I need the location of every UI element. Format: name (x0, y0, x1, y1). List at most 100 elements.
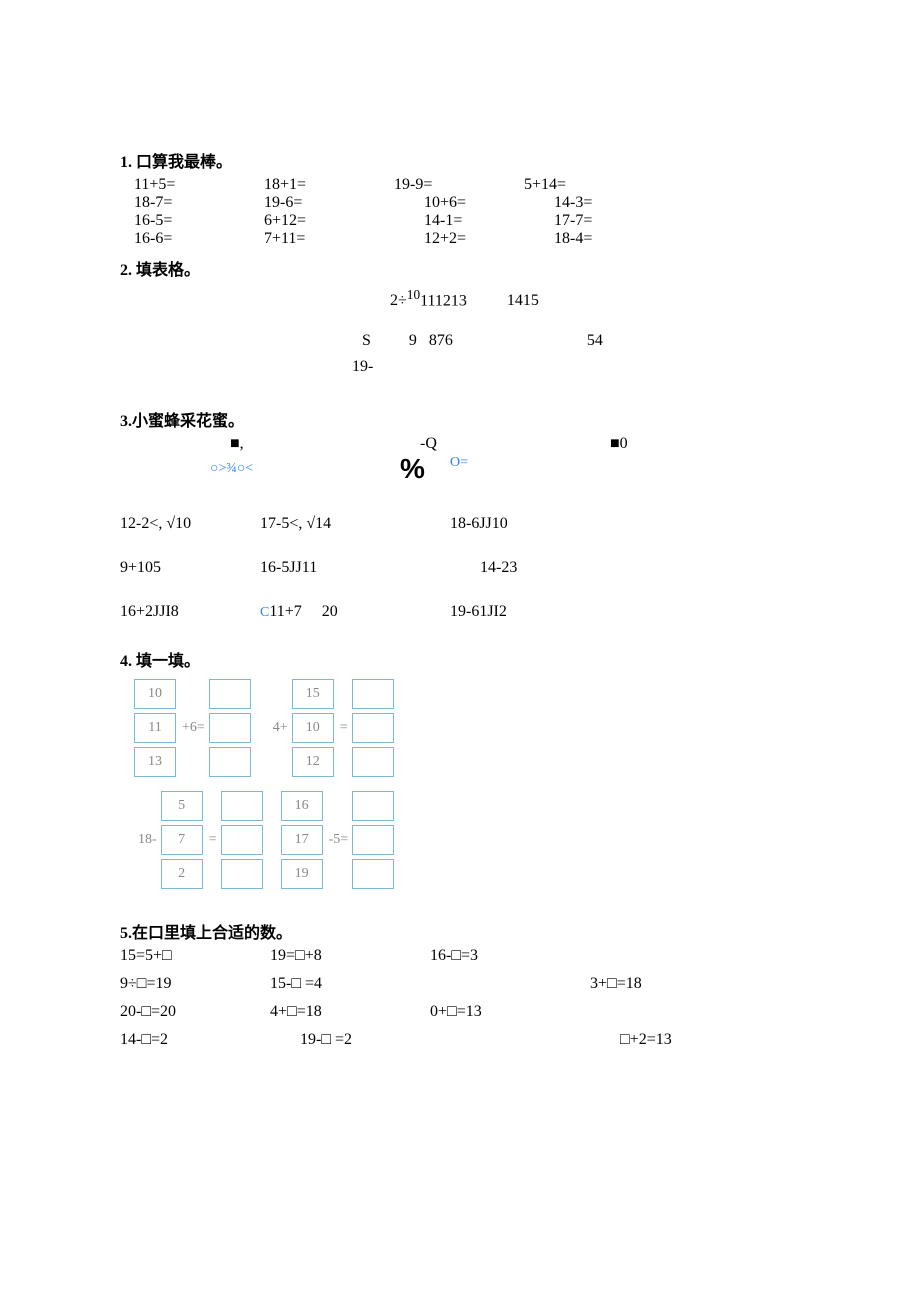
q3-cell: 14-23 (480, 559, 640, 577)
q4-box: 7 (161, 825, 203, 855)
q3-bee-row: ■, -Q ■0 (230, 435, 800, 453)
q1-cell: 14-1= (394, 212, 554, 230)
q3-sym: O= (450, 455, 468, 471)
q4-box: 13 (134, 747, 176, 777)
q5-cell: □+2=13 (620, 1031, 672, 1049)
q1-row: 11+5= 18+1= 19-9= 5+14= (134, 176, 800, 194)
q2-line: S 9 876 54 (340, 328, 800, 354)
q1-cell: 17-7= (554, 212, 684, 230)
q3-cell: C11+7 20 (260, 603, 450, 621)
q1-cell: 11+5= (134, 176, 264, 194)
q3-bee: -Q (420, 435, 610, 453)
q5-cell: 19-□ =2 (270, 1031, 460, 1049)
q4-box (221, 825, 263, 855)
q3-sym-row: ○>¾○< % O= (210, 453, 800, 485)
q4-box (221, 859, 263, 889)
q5-cell: 15-□ =4 (270, 975, 430, 993)
q3-cell: 9+105 (120, 559, 260, 577)
q1-row: 16-5= 6+12= 14-1= 17-7= (134, 212, 800, 230)
q4-op: = (336, 720, 352, 736)
q5-cell: 16-□=3 (430, 947, 590, 965)
q2-sup: 10 (407, 287, 420, 302)
q3-sym: % (400, 453, 600, 485)
q3-cell: 19-61JI2 (450, 603, 610, 621)
q4-block: 18- 5 = 18- 7 = 18- 2 = (134, 789, 265, 891)
q5-cell: 19=□+8 (270, 947, 430, 965)
q3-heading: 3.小蜜蜂采花蜜。 (120, 407, 800, 431)
q5-body: 15=5+□ 19=□+8 16-□=3 9÷□=19 15-□ =4 3+□=… (120, 947, 800, 1049)
q4-op: 18- (134, 832, 161, 848)
q1-cell: 16-6= (134, 230, 264, 248)
q3-cell: 12-2<, √10 (120, 515, 260, 533)
q5-row: 14-□=2 19-□ =2 □+2=13 (120, 1031, 800, 1049)
q3-cell: 18-6JJ10 (450, 515, 610, 533)
q2-body: 2÷10111213 1415 S 9 876 54 19- (340, 284, 800, 379)
q4-block: 10 +6= 11 +6= 13 +6= (134, 677, 253, 779)
q1-cell: 19-6= (264, 194, 394, 212)
q2-line: 2÷10111213 1415 (340, 284, 800, 314)
q1-cell: 18-7= (134, 194, 264, 212)
q4-box (352, 825, 394, 855)
q2-text: 54 (587, 332, 603, 349)
q2-text: 9 876 (409, 332, 453, 349)
q4-op: 4+ (269, 720, 292, 736)
q1-cell: 7+11= (264, 230, 394, 248)
q4-box (352, 713, 394, 743)
q4-heading: 4. 填一填。 (120, 647, 800, 671)
q3-cell-text: 11+7 20 (269, 603, 337, 620)
q5-cell: 4+□=18 (270, 1003, 430, 1021)
q5-cell: 20-□=20 (120, 1003, 270, 1021)
q4-box (352, 791, 394, 821)
q4-op: -5= (325, 832, 353, 848)
q1-body: 11+5= 18+1= 19-9= 5+14= 18-7= 19-6= 10+6… (120, 176, 800, 248)
q4-box (209, 679, 251, 709)
q4-box: 5 (161, 791, 203, 821)
q5-row: 20-□=20 4+□=18 0+□=13 (120, 1003, 800, 1021)
q2-text: 1415 (507, 292, 539, 309)
q5-cell: 0+□=13 (430, 1003, 590, 1021)
q4-box: 11 (134, 713, 176, 743)
q3-cell: 17-5<, √14 (260, 515, 450, 533)
q2-text: 111213 (420, 292, 467, 309)
q4-box: 19 (281, 859, 323, 889)
q4-box (352, 747, 394, 777)
q4-block: 16 -5= 17 -5= 19 -5= (281, 789, 397, 891)
q1-row: 18-7= 19-6= 10+6= 14-3= (134, 194, 800, 212)
q3-row: 12-2<, √10 17-5<, √14 18-6JJ10 (120, 515, 800, 533)
q5-row: 9÷□=19 15-□ =4 3+□=18 (120, 975, 800, 993)
q1-cell: 6+12= (264, 212, 394, 230)
q4-op: +6= (178, 720, 209, 736)
q5-cell: 14-□=2 (120, 1031, 270, 1049)
q4-body: 10 +6= 11 +6= 13 +6= 4+ 15 = 4+ 10 = (134, 677, 800, 901)
q1-cell: 19-9= (394, 176, 524, 194)
q3-c-prefix: C (260, 605, 269, 620)
q4-box (352, 679, 394, 709)
q3-sym: ○>¾○< (210, 461, 400, 477)
q4-box (209, 713, 251, 743)
q4-box: 12 (292, 747, 334, 777)
q1-cell: 5+14= (524, 176, 654, 194)
q4-box (209, 747, 251, 777)
q1-cell: 16-5= (134, 212, 264, 230)
q1-cell: 12+2= (394, 230, 554, 248)
q5-cell: 3+□=18 (590, 975, 642, 993)
q5-cell: 9÷□=19 (120, 975, 270, 993)
q4-box: 10 (292, 713, 334, 743)
q4-box: 16 (281, 791, 323, 821)
q2-text: 2÷ (390, 292, 407, 309)
q2-text: 19- (352, 358, 373, 375)
q2-heading: 2. 填表格。 (120, 256, 800, 280)
q4-box: 2 (161, 859, 203, 889)
q2-text: S (362, 332, 371, 349)
q4-box: 15 (292, 679, 334, 709)
q4-box (221, 791, 263, 821)
q2-line: 19- (340, 354, 800, 380)
q1-cell: 18-4= (554, 230, 684, 248)
q3-cell: 16-5JJ11 (260, 559, 450, 577)
q3-row: 9+105 16-5JJ11 14-23 (120, 559, 800, 577)
q5-row: 15=5+□ 19=□+8 16-□=3 (120, 947, 800, 965)
q4-box: 10 (134, 679, 176, 709)
q5-heading: 5.在口里填上合适的数。 (120, 919, 800, 943)
q1-cell: 10+6= (394, 194, 554, 212)
q1-heading: 1. 口算我最棒。 (120, 148, 800, 172)
